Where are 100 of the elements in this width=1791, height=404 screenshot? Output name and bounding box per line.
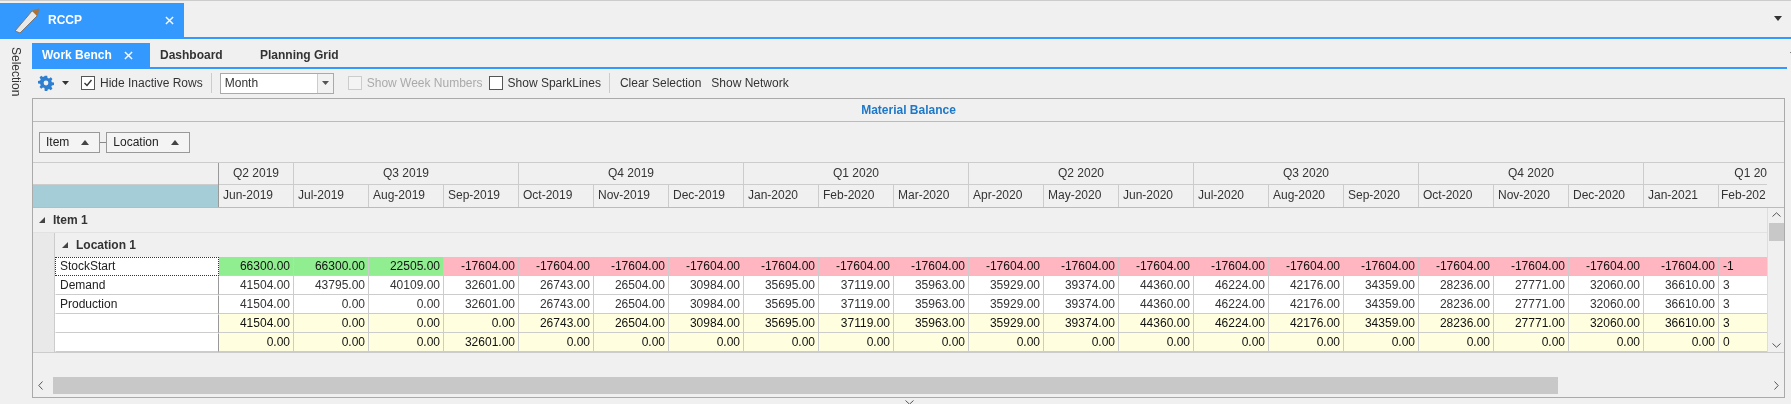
month-header: Jul-2020 [1194,185,1269,207]
table-cell: -17604.00 [1044,257,1119,276]
table-cell: 26743.00 [519,295,594,314]
expand-arrow-icon[interactable] [62,242,68,248]
table-cell: 22505.00 [369,257,444,276]
table-cell: -17604.00 [969,257,1044,276]
table-cell: 0.00 [369,295,444,314]
table-cell: -17604.00 [1644,257,1719,276]
table-cell: 0.00 [519,333,594,352]
table-cell: 0.00 [1044,333,1119,352]
month-header: Aug-2019 [369,185,444,207]
table-cell: 27771.00 [1494,314,1569,333]
table-cell: 37119.00 [819,276,894,295]
table-cell: -17604.00 [1194,257,1269,276]
table-cell: -17604.00 [1494,257,1569,276]
chevron-down-icon[interactable] [905,399,914,404]
table-cell: 0.00 [744,333,819,352]
expand-arrow-icon[interactable] [39,217,45,223]
table-cell: 0.00 [1494,333,1569,352]
vertical-scrollbar[interactable] [1767,208,1784,352]
table-cell: 0.00 [1569,333,1644,352]
checkbox-label[interactable]: Show SparkLines [507,76,601,90]
table-cell: 0.00 [894,333,969,352]
table-cell: 46224.00 [1194,314,1269,333]
group-field-chip[interactable]: Item [39,131,101,153]
table-cell: 43795.00 [294,276,369,295]
table-cell: 32060.00 [1569,314,1644,333]
table-cell: 39374.00 [1044,314,1119,333]
table-cell: 39374.00 [1044,295,1119,314]
table-cell: 36610.00 [1644,276,1719,295]
table-cell: 0.00 [219,333,294,352]
quarter-header: Q4 2019 [519,163,744,185]
quarter-header: Q2 2020 [969,163,1194,185]
group-label: Item 1 [53,213,88,227]
table-cell: 42176.00 [1269,276,1344,295]
table-cell: 41504.00 [219,276,294,295]
table-cell: 26504.00 [594,314,669,333]
caret-icon[interactable] [62,81,69,85]
side-panel-label[interactable]: Selection [9,47,23,97]
table-cell: 41504.00 [219,314,294,333]
table-cell: 0.00 [369,314,444,333]
checkbox-label[interactable]: Hide Inactive Rows [100,76,203,90]
month-header: Feb-202 [1720,187,1767,204]
month-header: Nov-2019 [594,185,669,207]
table-cell: 35963.00 [894,295,969,314]
month-header: Aug-2020 [1269,185,1344,207]
table-cell: 32601.00 [444,295,519,314]
month-header: Oct-2020 [1419,185,1494,207]
table-cell: 66300.00 [219,257,294,276]
toolbar-button[interactable]: Clear Selection [617,74,704,92]
table-cell: 32060.00 [1569,295,1644,314]
table-cell: 0.00 [1644,333,1719,352]
table-cell: 32060.00 [1569,276,1644,295]
row-label[interactable]: Demand [55,276,219,295]
tab[interactable]: Dashboard [150,43,250,67]
checkbox[interactable] [81,76,95,90]
quarter-header: Q1 2020 [744,163,969,185]
table-cell: 41504.00 [219,295,294,314]
month-header: Jun-2019 [219,185,294,207]
row-label[interactable]: Production [55,295,219,314]
toolbar-button[interactable]: Show Network [709,74,791,92]
month-header: Jun-2020 [1119,185,1194,207]
month-header: Dec-2019 [669,185,744,207]
close-icon[interactable] [165,15,174,25]
scrollbar-thumb[interactable] [1768,223,1784,241]
chevron-down-icon[interactable] [1771,343,1781,348]
table-cell: 0.00 [1419,333,1494,352]
table-cell: 35929.00 [969,295,1044,314]
table-cell: -17604.00 [894,257,969,276]
table-cell: 3 [1719,295,1767,314]
chevron-left-icon[interactable] [38,381,43,390]
chevron-up-icon[interactable] [1771,212,1781,217]
settings-icon[interactable] [38,75,54,91]
table-cell: -17604.00 [1569,257,1644,276]
table-cell: 35695.00 [744,276,819,295]
tab[interactable]: Planning Grid [250,43,353,67]
month-header: Mar-2020 [894,185,969,207]
table-cell: 40109.00 [369,276,444,295]
close-icon[interactable] [123,50,133,60]
period-dropdown[interactable]: Month [219,72,334,94]
caret-icon[interactable] [1774,16,1782,21]
table-cell: 30984.00 [669,276,744,295]
group-label: Location 1 [76,238,136,252]
table-cell: 66300.00 [294,257,369,276]
table-cell: 36610.00 [1644,295,1719,314]
table-cell: 32601.00 [444,276,519,295]
group-field-chip[interactable]: Location [106,131,190,153]
table-cell: -17604.00 [1269,257,1344,276]
table-cell: -17604.00 [744,257,819,276]
table-cell: 39374.00 [1044,276,1119,295]
table-cell: -17604.00 [444,257,519,276]
month-header: Jul-2019 [294,185,369,207]
table-cell: 44360.00 [1119,276,1194,295]
table-cell: 28236.00 [1419,314,1494,333]
quarter-header: Q3 2019 [294,163,519,185]
checkbox[interactable] [488,76,503,90]
row-label[interactable]: StockStart [55,257,219,276]
month-header: Jan-2021 [1644,185,1719,207]
table-cell: 0.00 [294,333,369,352]
chevron-right-icon[interactable] [1774,381,1779,390]
